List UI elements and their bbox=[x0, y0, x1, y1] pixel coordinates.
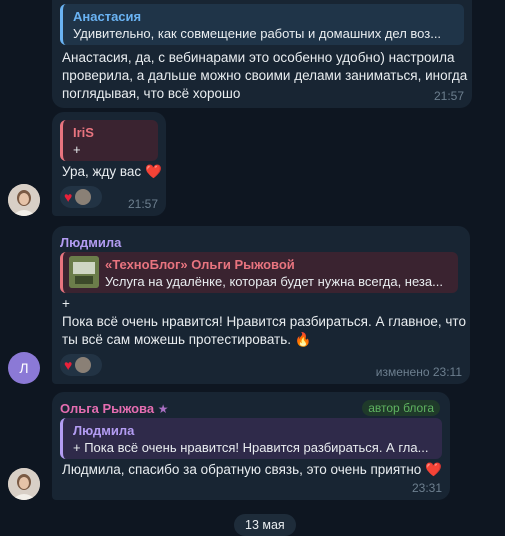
quote-text: Услуга на удалёнке, которая будет нужна … bbox=[105, 274, 443, 289]
sender-name[interactable]: Ольга Рыжова ★ bbox=[60, 401, 169, 416]
message-text-content: ты всё сам можешь протестировать. bbox=[62, 332, 292, 347]
reaction-heart[interactable]: ♥ bbox=[60, 354, 102, 376]
heart-icon: ♥ bbox=[64, 357, 73, 373]
image-thumbnail-icon bbox=[69, 256, 99, 288]
message-text-line: Анастасия, да, с вебинарами это особенно… bbox=[62, 50, 455, 65]
avatar[interactable] bbox=[8, 184, 40, 216]
date-chip-text: 13 мая bbox=[245, 518, 285, 532]
quote-text: Удивительно, как совмещение работы и дом… bbox=[73, 26, 442, 41]
avatar[interactable]: Л bbox=[8, 352, 40, 384]
heart-emoji: ❤️ bbox=[425, 462, 442, 477]
message-bubble-2[interactable]: IriS + Ура, жду вас ❤️ ♥ 21:57 bbox=[52, 112, 166, 216]
star-icon: ★ bbox=[157, 402, 169, 416]
message-text-line: Пока всё очень нравится! Нравится разбир… bbox=[62, 314, 466, 329]
message-text-content: Людмила, спасибо за обратную связь, это … bbox=[62, 462, 422, 477]
reactor-avatar bbox=[75, 189, 92, 205]
user-photo-icon bbox=[8, 184, 40, 216]
quote-author: «ТехноБлог» Ольги Рыжовой bbox=[105, 257, 295, 272]
message-text-content: Ура, жду вас bbox=[62, 164, 142, 179]
reaction-heart[interactable]: ♥ bbox=[60, 186, 102, 208]
sender-name-text: Ольга Рыжова bbox=[60, 401, 155, 416]
reply-quote[interactable]: «ТехноБлог» Ольги Рыжовой Услуга на удал… bbox=[60, 252, 458, 293]
message-text: Людмила, спасибо за обратную связь, это … bbox=[62, 460, 442, 480]
reactor-avatar bbox=[75, 357, 92, 373]
fire-emoji: 🔥 bbox=[294, 332, 312, 347]
reply-quote[interactable]: Анастасия Удивительно, как совмещение ра… bbox=[60, 4, 464, 45]
message-time: 21:57 bbox=[127, 197, 158, 211]
avatar-letter: Л bbox=[19, 360, 29, 376]
message-time: 23:31 bbox=[411, 481, 442, 495]
admin-badge: автор блога bbox=[362, 400, 440, 416]
avatar[interactable] bbox=[8, 468, 40, 500]
heart-emoji: ❤️ bbox=[144, 164, 162, 179]
quote-author: Анастасия bbox=[73, 9, 142, 24]
quote-text: + bbox=[73, 142, 81, 157]
message-time: 21:57 bbox=[433, 89, 464, 103]
message-text-line: + bbox=[62, 296, 70, 311]
message-time: изменено 23:11 bbox=[375, 365, 462, 379]
quote-text: + Пока всё очень нравится! Нравится разб… bbox=[73, 440, 429, 455]
message-bubble-1[interactable]: Анастасия Удивительно, как совмещение ра… bbox=[52, 0, 472, 108]
quote-author: Людмила bbox=[73, 423, 135, 438]
message-bubble-4[interactable]: Ольга Рыжова ★ автор блога Людмила + Пок… bbox=[52, 392, 450, 500]
message-text-line: поглядывая, что всё хорошо bbox=[62, 86, 241, 101]
user-photo-icon bbox=[8, 468, 40, 500]
message-text-line: проверила, а дальше можно своими делами … bbox=[62, 68, 468, 83]
message-bubble-3[interactable]: Людмила «ТехноБлог» Ольги Рыжовой Услуга… bbox=[52, 226, 470, 384]
sender-name[interactable]: Людмила bbox=[60, 235, 121, 250]
reply-quote[interactable]: Людмила + Пока всё очень нравится! Нрави… bbox=[60, 418, 442, 459]
message-text-line: ты всё сам можешь протестировать. 🔥 bbox=[62, 330, 312, 350]
quote-thumbnail bbox=[69, 256, 99, 288]
date-chip: 13 мая bbox=[234, 514, 296, 536]
reply-quote[interactable]: IriS + bbox=[60, 120, 158, 161]
heart-icon: ♥ bbox=[64, 189, 73, 205]
message-text: Ура, жду вас ❤️ bbox=[62, 162, 162, 182]
quote-author: IriS bbox=[73, 125, 94, 140]
